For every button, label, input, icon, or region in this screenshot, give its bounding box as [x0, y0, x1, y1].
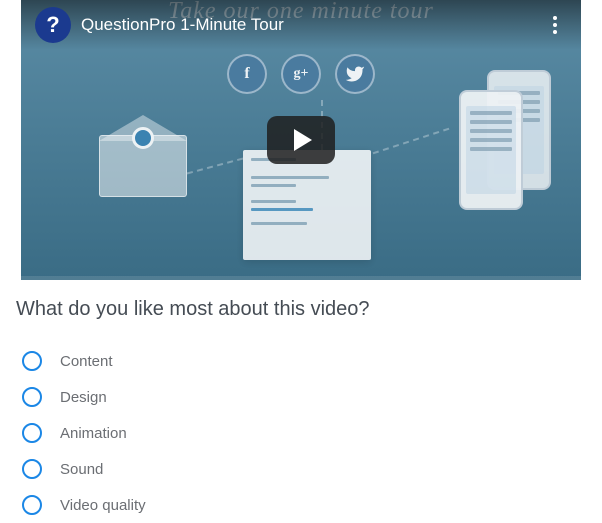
social-icons-row: f g+ [227, 54, 375, 94]
option-label: Content [60, 353, 113, 370]
radio-option[interactable]: Sound [16, 451, 586, 487]
channel-avatar[interactable]: ? [35, 7, 71, 43]
facebook-icon: f [227, 54, 267, 94]
radio-circle-icon [22, 423, 42, 443]
option-label: Video quality [60, 497, 146, 514]
option-label: Animation [60, 425, 127, 442]
radio-circle-icon [22, 459, 42, 479]
options-list: Content Design Animation Sound Video qua… [16, 343, 586, 523]
option-label: Sound [60, 461, 103, 478]
video-progress-bar[interactable] [21, 276, 581, 280]
radio-circle-icon [22, 351, 42, 371]
connector-line [373, 128, 450, 155]
google-plus-icon: g+ [281, 54, 321, 94]
radio-option[interactable]: Video quality [16, 487, 586, 523]
radio-circle-icon [22, 495, 42, 515]
radio-option[interactable]: Design [16, 379, 586, 415]
document-graphic [243, 150, 371, 260]
play-button[interactable] [267, 116, 335, 164]
video-player[interactable]: Take our one minute tour f g+ [21, 0, 581, 280]
video-header: ? QuestionPro 1-Minute Tour [21, 0, 581, 50]
option-label: Design [60, 389, 107, 406]
survey-container: Take our one minute tour f g+ [0, 0, 602, 523]
twitter-icon [335, 54, 375, 94]
question-text: What do you like most about this video? [16, 298, 586, 321]
envelope-graphic [99, 135, 187, 197]
connector-line [187, 158, 244, 175]
more-options-button[interactable] [543, 13, 567, 37]
video-title[interactable]: QuestionPro 1-Minute Tour [81, 15, 543, 35]
avatar-letter: ? [46, 12, 59, 38]
radio-circle-icon [22, 387, 42, 407]
play-icon [294, 129, 312, 151]
question-area: What do you like most about this video? … [0, 280, 602, 523]
radio-option[interactable]: Content [16, 343, 586, 379]
radio-option[interactable]: Animation [16, 415, 586, 451]
